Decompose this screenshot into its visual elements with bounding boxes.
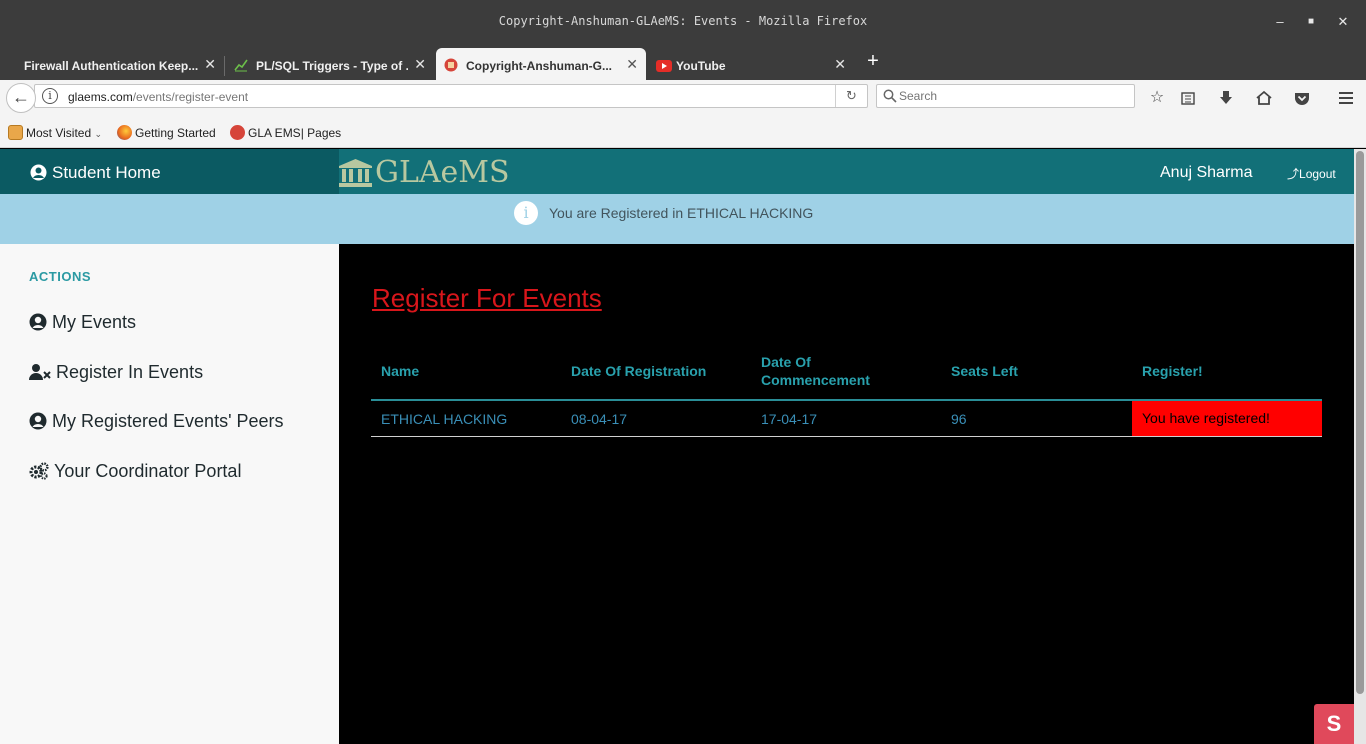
tab-strip: Firewall Authentication Keep... ✕ PL/SQL… [0,44,1366,80]
sidebar-item-label: My Events [52,312,137,332]
pocket-icon[interactable] [1292,88,1312,108]
column-header-seats-left: Seats Left [951,363,1018,379]
site-info-icon[interactable]: i [42,88,58,104]
tab-label: Firewall Authentication Keep... [24,59,199,73]
sidebar-item-register-in-events[interactable]: Register In Events [29,362,203,383]
url-domain: glaems.com [68,90,133,104]
sidebar-item-label: Your Coordinator Portal [54,461,242,481]
sidebar-item-label: My Registered Events' Peers [52,411,284,431]
user-circle-icon [29,313,47,331]
new-tab-button[interactable]: + [862,50,884,72]
bookmark-star-icon[interactable]: ☆ [1147,88,1167,108]
bookmark-label: Most Visited [26,126,92,140]
page-title[interactable]: Register For Events [372,283,602,314]
sidebar-heading: ACTIONS [29,269,91,284]
row-divider [371,436,1322,437]
menu-icon[interactable] [1336,88,1356,108]
search-icon [883,89,897,103]
column-header-date-registration: Date Of Registration [571,363,707,379]
corner-widget-icon[interactable]: S [1314,704,1354,744]
institution-icon [339,159,372,187]
minimize-button[interactable]: – [1270,12,1290,32]
user-times-icon [29,364,51,380]
tab-youtube[interactable]: YouTube ✕ [648,48,854,80]
gears-icon [29,462,49,480]
logout-label: Logout [1299,167,1336,181]
registered-status-cell: You have registered! [1132,401,1322,436]
app-header: Student Home GLAeMS Anuj Sharma ⤴Logout [0,149,1354,194]
tab-firewall[interactable]: Firewall Authentication Keep... ✕ [0,48,224,80]
sidebar-item-registered-peers[interactable]: My Registered Events' Peers [29,411,284,432]
glaems-icon [230,125,245,140]
tab-plsql[interactable]: PL/SQL Triggers - Type of ... ✕ [226,48,434,80]
bookmark-getting-started[interactable]: Getting Started [117,125,216,140]
youtube-favicon-icon [656,60,672,72]
user-name: Anuj Sharma [1160,164,1253,181]
sidebar: ACTIONS My Events Register In Events My … [0,244,339,744]
bookmarks-toolbar: Most Visited ⌄ Getting Started GLA EMS| … [0,116,1366,148]
bookmark-glaems-pages[interactable]: GLA EMS| Pages [230,125,341,140]
maximize-button[interactable]: ■ [1301,12,1321,32]
brand-name: GLAeMS [375,155,510,190]
glaems-favicon-icon [444,58,458,72]
firefox-icon [117,125,132,140]
cell-event-name: ETHICAL HACKING [381,411,508,427]
main-content: Register For Events Name Date Of Registr… [339,244,1354,744]
user-circle-icon [30,164,47,181]
sidebar-item-coordinator-portal[interactable]: Your Coordinator Portal [29,461,241,482]
bookmark-label: GLA EMS| Pages [248,126,342,140]
back-button[interactable]: ← [6,83,36,113]
tab-glaems[interactable]: Copyright-Anshuman-G... ✕ [436,48,646,80]
reading-list-icon[interactable] [1178,88,1198,108]
student-home-label: Student Home [52,163,161,182]
window-titlebar: Copyright-Anshuman-GLAeMS: Events - Mozi… [0,0,1366,44]
url-text[interactable]: glaems.com/events/register-event [68,90,248,104]
cell-date-commencement: 17-04-17 [761,411,818,427]
url-bar[interactable]: i glaems.com/events/register-event ↻ [34,84,868,108]
sidebar-item-my-events[interactable]: My Events [29,312,136,333]
bookmark-most-visited[interactable]: Most Visited ⌄ [8,125,102,140]
chart-favicon-icon [234,59,248,72]
bookmark-label: Getting Started [135,126,216,140]
user-circle-icon [29,412,47,430]
sidebar-item-label: Register In Events [56,362,204,382]
search-input[interactable] [899,88,1119,104]
student-home-link[interactable]: Student Home [0,149,339,194]
info-icon: i [514,201,538,225]
reload-icon[interactable]: ↻ [835,85,867,107]
registered-status-text: You have registered! [1142,410,1270,426]
scrollbar-thumb[interactable] [1356,151,1364,694]
column-header-register: Register! [1142,363,1203,379]
window-title: Copyright-Anshuman-GLAeMS: Events - Mozi… [498,14,868,28]
close-window-button[interactable]: ✕ [1333,12,1353,32]
search-box[interactable] [876,84,1135,108]
column-header-date-commencement: Date Of Commencement [761,354,870,388]
column-header-name: Name [381,363,420,379]
close-tab-icon[interactable]: ✕ [834,56,846,73]
logout-link[interactable]: ⤴Logout [1287,165,1336,182]
registration-notice: i You are Registered in ETHICAL HACKING [0,194,1354,244]
url-path: /events/register-event [132,90,249,104]
logout-icon: ⤴ [1287,167,1300,181]
chevron-down-icon: ⌄ [94,129,103,139]
cell-seats-left: 96 [951,411,967,427]
close-tab-icon[interactable]: ✕ [414,56,426,73]
folder-icon [8,125,23,140]
page-scrollbar[interactable] [1354,149,1366,744]
tab-label: YouTube [676,59,726,73]
navigation-toolbar: i glaems.com/events/register-event ↻ ← ☆ [0,80,1366,116]
tab-label: PL/SQL Triggers - Type of ... [256,59,408,73]
close-tab-icon[interactable]: ✕ [204,56,216,73]
download-icon[interactable] [1216,88,1236,108]
home-icon[interactable] [1254,88,1274,108]
tab-label: Copyright-Anshuman-G... [466,59,612,73]
notice-text: You are Registered in ETHICAL HACKING [549,205,814,221]
cell-date-registration: 08-04-17 [571,411,628,427]
close-tab-icon[interactable]: ✕ [626,56,638,73]
